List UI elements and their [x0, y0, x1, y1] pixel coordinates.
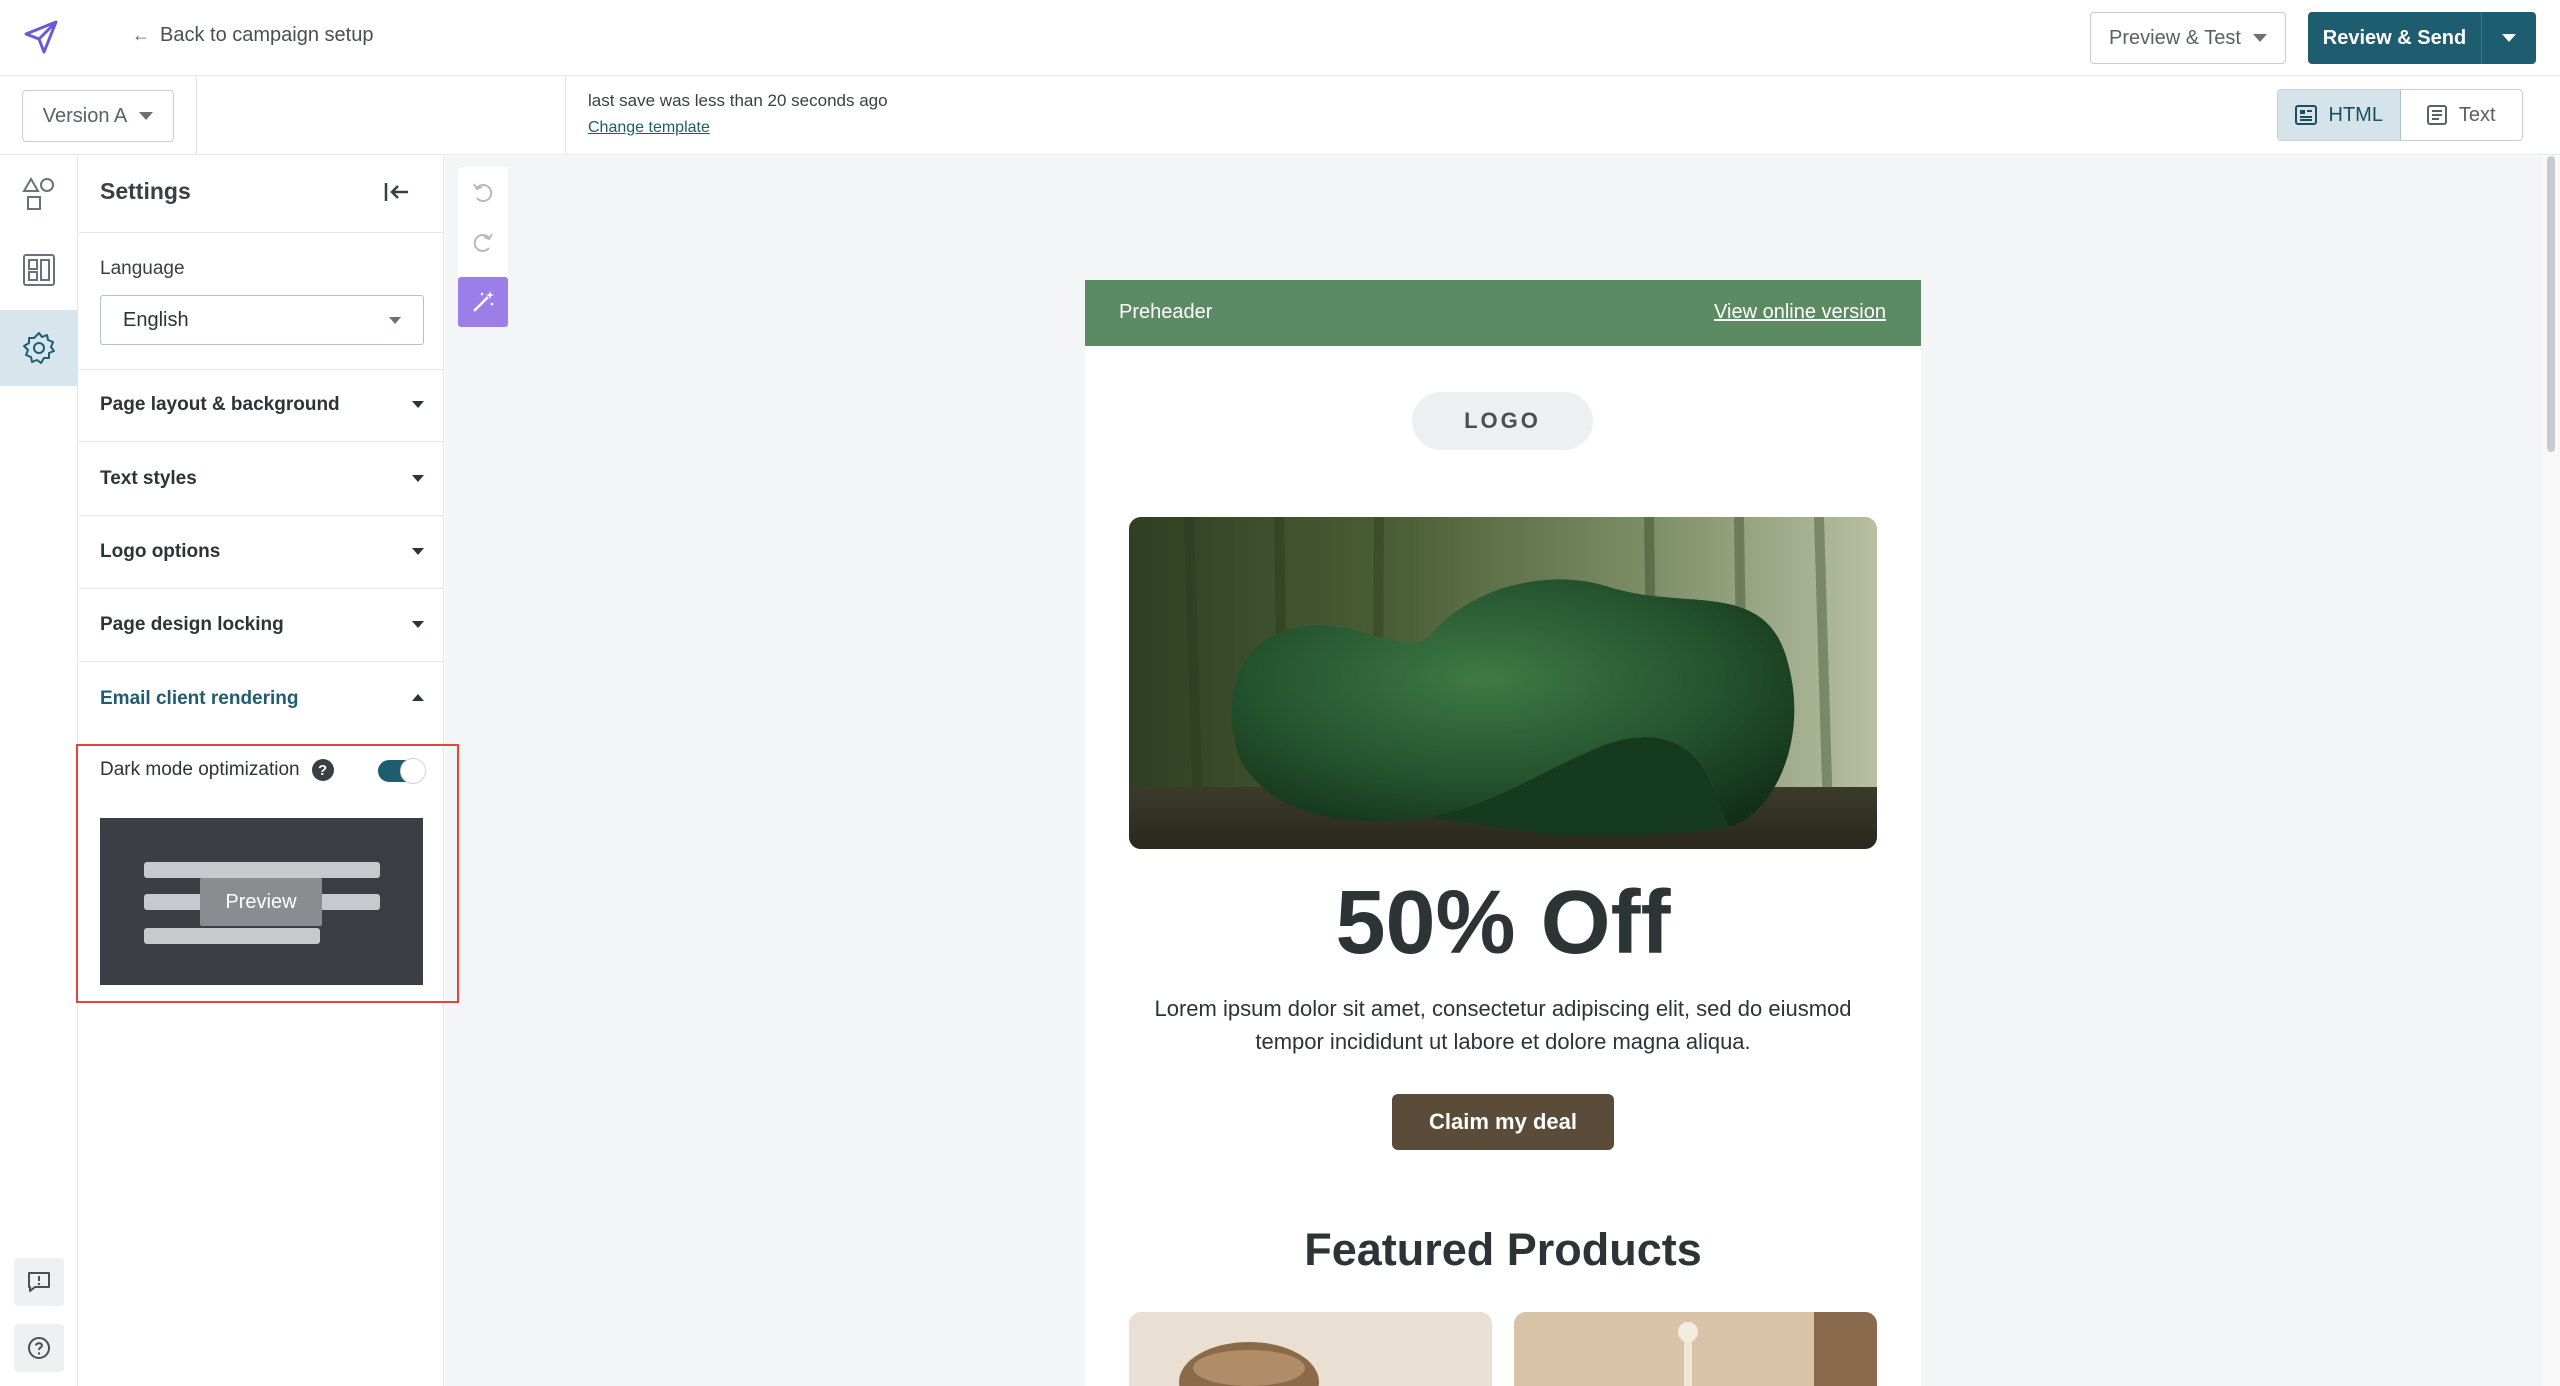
version-label: Version A: [42, 104, 128, 127]
preview-test-button[interactable]: Preview & Test: [2090, 12, 2286, 64]
product-image-2[interactable]: [1514, 1312, 1877, 1386]
collapse-panel-button[interactable]: [381, 176, 413, 208]
gear-icon: [23, 332, 55, 364]
green-armchair-image: [1129, 517, 1877, 849]
chevron-down-icon: [412, 401, 424, 408]
help-icon[interactable]: ?: [311, 759, 334, 781]
product-image-1[interactable]: [1129, 1312, 1492, 1386]
feedback-icon: [28, 1272, 50, 1292]
html-view-label: HTML: [2328, 103, 2383, 126]
accordion-text-styles[interactable]: Text styles: [79, 443, 444, 516]
layout-icon: [23, 254, 55, 286]
review-send-dropdown[interactable]: [2482, 12, 2536, 64]
preview-line: [144, 928, 320, 944]
dark-mode-toggle[interactable]: [378, 758, 426, 784]
editor-toolbar: Version A last save was less than 20 sec…: [0, 77, 2560, 155]
accordion-logo-options[interactable]: Logo options: [79, 516, 444, 589]
preheader-text: Preheader: [1119, 301, 1213, 323]
accordion-label: Logo options: [100, 541, 221, 562]
magic-wand-icon: [473, 291, 494, 312]
rail-item-settings[interactable]: [0, 310, 78, 386]
preview-test-label: Preview & Test: [2109, 26, 2241, 49]
help-button[interactable]: [14, 1324, 64, 1372]
chevron-down-icon: [412, 621, 424, 628]
divider: [565, 77, 566, 155]
accordion-label: Page design locking: [100, 614, 284, 635]
edit-toolstrip: [458, 167, 508, 327]
preview-line: [144, 862, 380, 878]
top-bar: ← Back to campaign setup Preview & Test …: [0, 0, 2560, 76]
language-value: English: [123, 308, 189, 331]
accordion-label: Email client rendering: [100, 687, 299, 709]
product-photo-1: [1129, 1312, 1492, 1386]
scrollbar-thumb[interactable]: [2547, 156, 2555, 452]
dark-mode-preview[interactable]: Preview: [100, 818, 423, 985]
divider: [79, 232, 444, 233]
paper-plane-icon[interactable]: [22, 18, 60, 56]
rail-item-layout[interactable]: [0, 232, 78, 308]
arrow-left-icon: ←: [132, 25, 150, 45]
dark-mode-label: Dark mode optimization: [100, 759, 300, 780]
change-template-link[interactable]: Change template: [588, 119, 710, 137]
logo-placeholder[interactable]: LOGO: [1412, 392, 1593, 450]
shapes-icon: [22, 177, 54, 210]
body-text[interactable]: Lorem ipsum dolor sit amet, consectetur …: [1145, 992, 1861, 1058]
accordion-label: Text styles: [100, 468, 197, 489]
feedback-button[interactable]: [14, 1258, 64, 1306]
back-link-label: Back to campaign setup: [160, 24, 374, 46]
preheader-block[interactable]: Preheader View online version: [1085, 280, 1921, 346]
redo-button[interactable]: [458, 217, 508, 267]
text-document-icon: [2426, 105, 2447, 125]
rail-item-elements[interactable]: [0, 156, 78, 232]
version-select[interactable]: Version A: [22, 90, 174, 142]
magic-wand-button[interactable]: [458, 277, 508, 327]
collapse-left-icon: [384, 183, 408, 201]
language-label: Language: [100, 258, 185, 279]
language-select[interactable]: English: [100, 295, 424, 345]
html-view-button[interactable]: HTML: [2278, 90, 2401, 140]
chevron-down-icon: [389, 317, 401, 324]
offer-headline[interactable]: 50% Off: [1085, 872, 1921, 975]
toggle-knob: [400, 758, 426, 784]
help-icon: [28, 1337, 50, 1359]
dark-mode-row: Dark mode optimization ?: [100, 759, 334, 781]
accordion-label: Page layout & background: [100, 394, 340, 415]
redo-icon: [473, 233, 493, 252]
text-view-label: Text: [2458, 103, 2496, 126]
chevron-down-icon: [139, 112, 154, 120]
review-send-button[interactable]: Review & Send: [2308, 12, 2536, 64]
featured-products-title[interactable]: Featured Products: [1085, 1224, 1921, 1276]
undo-icon: [473, 183, 493, 202]
accordion-email-client-rendering[interactable]: Email client rendering: [79, 662, 444, 735]
undo-button[interactable]: [458, 167, 508, 217]
save-status: last save was less than 20 seconds ago: [588, 91, 888, 110]
review-send-label: Review & Send: [2322, 26, 2467, 49]
canvas-scrollbar[interactable]: [2542, 156, 2560, 1386]
claim-deal-button[interactable]: Claim my deal: [1392, 1094, 1614, 1150]
chevron-up-icon: [412, 694, 424, 701]
settings-title: Settings: [100, 178, 191, 204]
divider: [196, 77, 197, 155]
view-online-link[interactable]: View online version: [1714, 301, 1886, 324]
text-view-button[interactable]: Text: [2401, 90, 2523, 140]
accordion-page-layout[interactable]: Page layout & background: [79, 369, 444, 442]
accordion-page-design-locking[interactable]: Page design locking: [79, 589, 444, 662]
review-send-main[interactable]: Review & Send: [2308, 12, 2482, 64]
chevron-down-icon: [2502, 34, 2516, 42]
html-layout-icon: [2294, 105, 2317, 125]
view-mode-toggle: HTML Text: [2277, 89, 2523, 141]
chevron-down-icon: [412, 475, 424, 482]
chevron-down-icon: [412, 548, 424, 555]
left-rail: [0, 156, 78, 1386]
email-preview: Preheader View online version LOGO 50% O…: [1085, 280, 1921, 1386]
product-photo-2: [1514, 1312, 1877, 1386]
hero-image[interactable]: [1129, 517, 1877, 849]
back-to-campaign-link[interactable]: ← Back to campaign setup: [132, 24, 373, 47]
dark-mode-preview-button[interactable]: Preview: [200, 878, 322, 926]
chevron-down-icon: [2252, 34, 2267, 42]
